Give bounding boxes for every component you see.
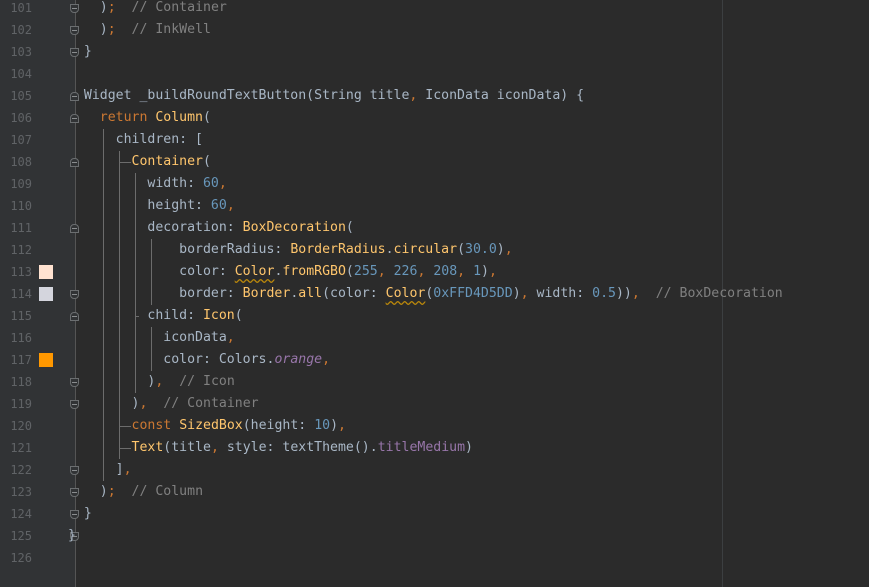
line-number: 124 [10,507,32,521]
code-line[interactable]: } [68,41,92,63]
code-line[interactable]: children: [ [68,129,203,151]
code-line[interactable]: return Column( [68,107,211,129]
line-number: 107 [10,133,32,147]
line-number: 119 [10,397,32,411]
code-line[interactable]: ); // InkWell [68,19,211,41]
line-number: 126 [10,551,32,565]
code-line[interactable]: ), // Icon [68,371,234,393]
code-line[interactable]: height: 60, [68,195,234,217]
code-line[interactable]: color: Color.fromRGBO(255, 226, 208, 1), [68,261,497,283]
line-number: 109 [10,177,32,191]
code-line[interactable]: Widget _buildRoundTextButton(String titl… [68,85,584,107]
line-number: 123 [10,485,32,499]
code-line[interactable]: ); // Container [68,0,227,19]
code-line[interactable]: } [68,525,76,547]
code-line[interactable]: const SizedBox(height: 10), [68,415,346,437]
line-number: 105 [10,89,32,103]
line-number: 115 [10,309,32,323]
code-line[interactable]: border: Border.all(color: Color(0xFFD4D5… [68,283,783,305]
line-number: 118 [10,375,32,389]
line-number: 117 [10,353,32,367]
color-swatch-icon[interactable] [39,265,53,279]
line-number: 114 [10,287,32,301]
color-swatch-icon[interactable] [39,353,53,367]
line-number: 113 [10,265,32,279]
line-number: 125 [10,529,32,543]
line-number: 108 [10,155,32,169]
code-editor[interactable]: 101 102 103 104 105 106 107 108 109 110 111 112 113 1… [0,0,869,587]
line-number: 111 [10,221,32,235]
code-line[interactable]: iconData, [68,327,234,349]
line-number: 112 [10,243,32,257]
line-number: 103 [10,45,32,59]
color-swatch-icon[interactable] [39,287,53,301]
code-line[interactable]: } [68,503,92,525]
code-line[interactable]: width: 60, [68,173,226,195]
line-number: 110 [10,199,32,213]
line-number: 120 [10,419,32,433]
code-line[interactable]: ], [68,459,132,481]
code-line[interactable]: ), // Container [68,393,259,415]
code-line[interactable]: child: Icon( [68,305,242,327]
line-number: 106 [10,111,32,125]
code-line[interactable]: color: Colors.orange, [68,349,330,371]
line-number: 116 [10,331,32,345]
code-line[interactable]: ); // Column [68,481,203,503]
line-number: 121 [10,441,32,455]
line-number: 122 [10,463,32,477]
code-line[interactable]: borderRadius: BorderRadius.circular(30.0… [68,239,513,261]
line-number: 101 [10,1,32,15]
code-line[interactable]: Container( [68,151,211,173]
code-line[interactable]: decoration: BoxDecoration( [68,217,353,239]
code-line[interactable]: Text(title, style: textTheme().titleMedi… [68,437,473,459]
line-number: 102 [10,23,32,37]
line-number: 104 [10,67,32,81]
